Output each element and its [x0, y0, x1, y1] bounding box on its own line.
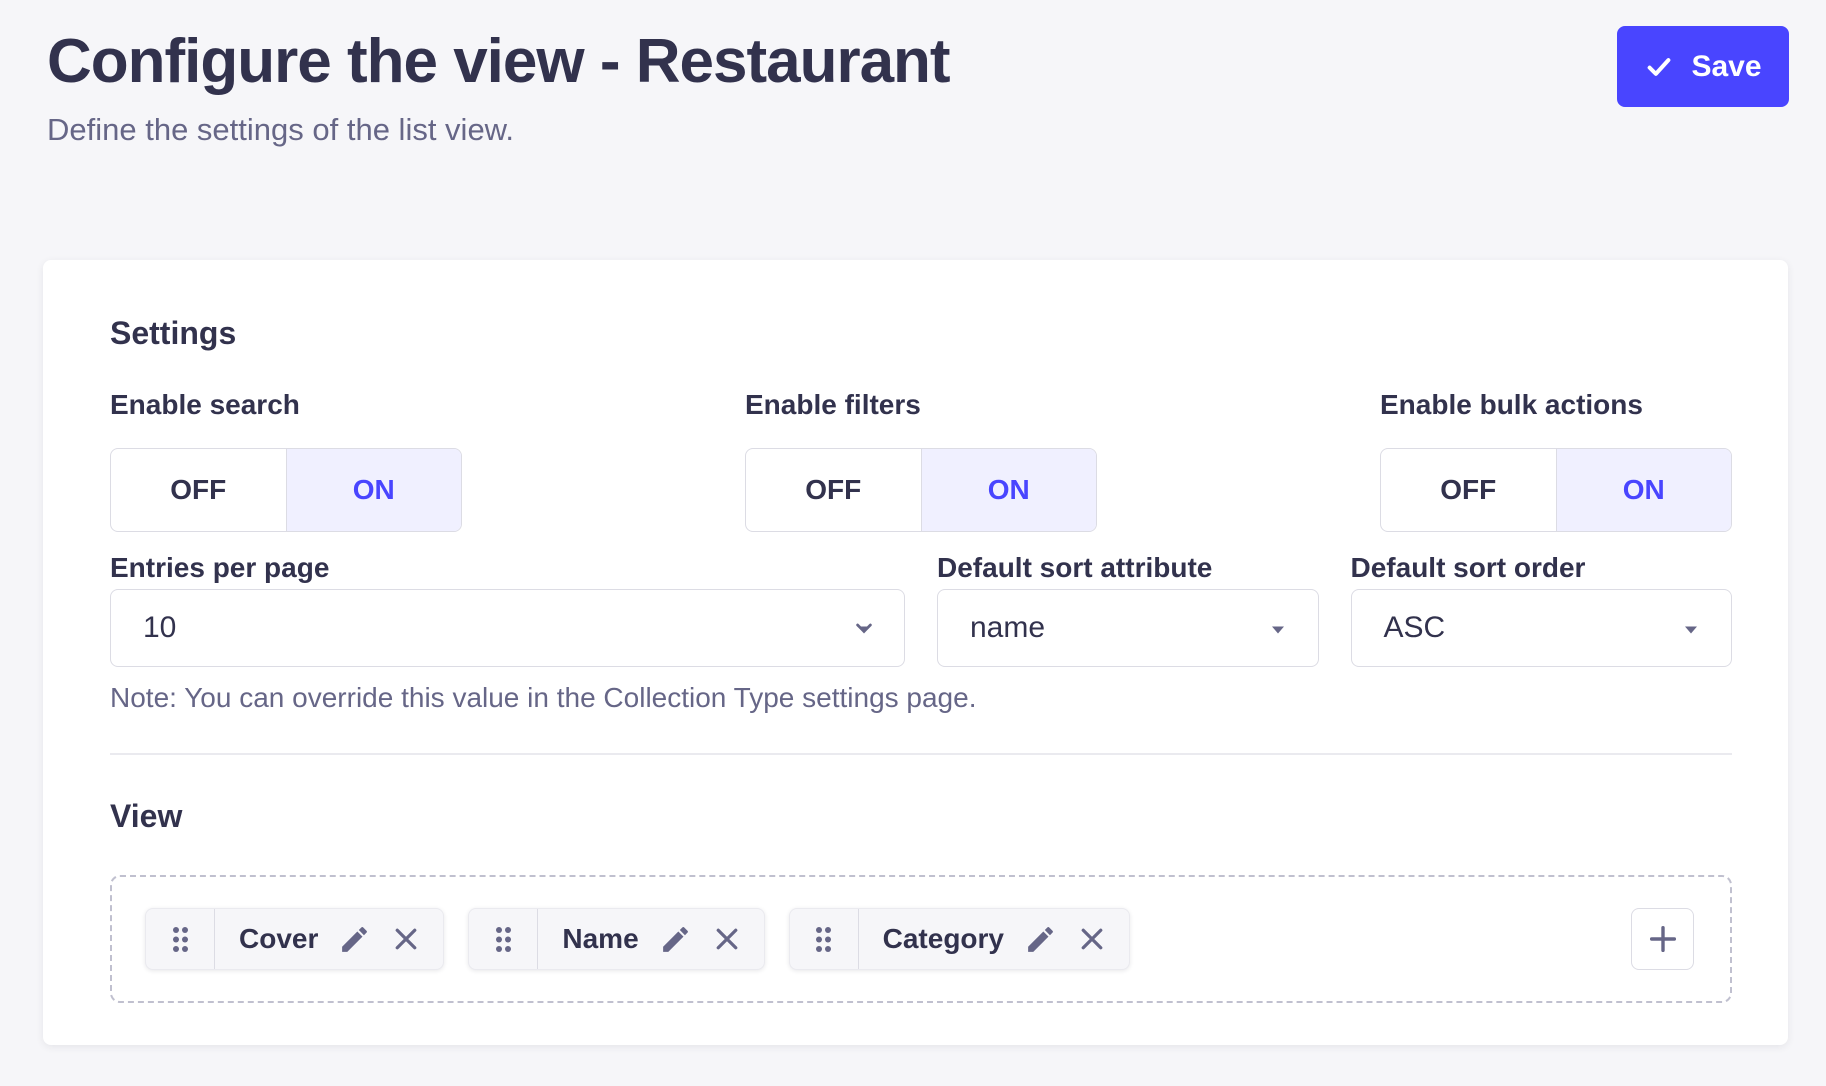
- add-field-button[interactable]: [1631, 908, 1694, 970]
- override-note: Note: You can override this value in the…: [110, 683, 1732, 713]
- check-icon: [1644, 52, 1674, 82]
- toggle-field-enable-filters: Enable filters OFF ON: [745, 390, 1097, 532]
- toggle-enable-bulk-actions: OFF ON: [1380, 448, 1732, 532]
- field-entries-per-page: Entries per page 10: [110, 553, 905, 667]
- select-fields-row: Entries per page 10 Default sort attribu…: [110, 553, 1732, 667]
- settings-heading: Settings: [110, 316, 1732, 350]
- close-x-icon[interactable]: [702, 924, 764, 954]
- select-value: ASC: [1384, 611, 1446, 645]
- toggle-field-enable-search: Enable search OFF ON: [110, 390, 462, 532]
- entries-per-page-select[interactable]: 10: [110, 589, 905, 667]
- chip-label: Category: [883, 923, 1004, 955]
- toggle-on-button[interactable]: ON: [922, 449, 1097, 531]
- save-button-label: Save: [1691, 50, 1761, 84]
- chip-label: Name: [562, 923, 638, 955]
- field-default-sort-attribute: Default sort attribute name: [937, 553, 1319, 667]
- edit-pencil-icon[interactable]: [328, 923, 381, 956]
- chevron-down-icon: [1268, 622, 1288, 634]
- page-title: Configure the view - Restaurant: [47, 26, 950, 98]
- plus-icon: [1646, 922, 1680, 956]
- view-fields-dropzone: Cover Name: [110, 875, 1732, 1003]
- toggle-off-button[interactable]: OFF: [111, 449, 287, 531]
- field-label: Default sort order: [1351, 553, 1733, 583]
- section-divider: [110, 753, 1732, 755]
- page-header-text: Configure the view - Restaurant Define t…: [47, 26, 950, 150]
- page-header: Configure the view - Restaurant Define t…: [0, 0, 1826, 150]
- toggle-field-enable-bulk-actions: Enable bulk actions OFF ON: [1380, 390, 1732, 532]
- default-sort-attribute-select[interactable]: name: [937, 589, 1319, 667]
- drag-handle-icon[interactable]: [146, 909, 215, 969]
- chip-label: Cover: [239, 923, 318, 955]
- chevron-down-icon: [854, 622, 874, 634]
- toggles-row: Enable search OFF ON Enable filters OFF …: [110, 390, 1732, 532]
- field-chip-cover: Cover: [145, 908, 444, 970]
- toggle-off-button[interactable]: OFF: [1381, 449, 1557, 531]
- toggle-enable-search: OFF ON: [110, 448, 462, 532]
- field-label: Enable bulk actions: [1380, 390, 1732, 420]
- view-heading: View: [110, 799, 1732, 833]
- close-x-icon[interactable]: [381, 924, 443, 954]
- default-sort-order-select[interactable]: ASC: [1351, 589, 1733, 667]
- toggle-on-button[interactable]: ON: [287, 449, 462, 531]
- drag-handle-icon[interactable]: [790, 909, 859, 969]
- chevron-down-icon: [1681, 622, 1701, 634]
- field-chip-name: Name: [468, 908, 764, 970]
- edit-pencil-icon[interactable]: [649, 923, 702, 956]
- field-chip-category: Category: [789, 908, 1130, 970]
- select-value: name: [970, 611, 1045, 645]
- field-label: Default sort attribute: [937, 553, 1319, 583]
- field-label: Enable search: [110, 390, 462, 420]
- save-button[interactable]: Save: [1617, 26, 1789, 107]
- drag-handle-icon[interactable]: [469, 909, 538, 969]
- toggle-off-button[interactable]: OFF: [746, 449, 922, 531]
- close-x-icon[interactable]: [1067, 924, 1129, 954]
- select-value: 10: [143, 611, 176, 645]
- page-subtitle: Define the settings of the list view.: [47, 110, 950, 150]
- field-label: Entries per page: [110, 553, 905, 583]
- toggle-on-button[interactable]: ON: [1557, 449, 1732, 531]
- settings-card: Settings Enable search OFF ON Enable fil…: [43, 260, 1788, 1045]
- field-default-sort-order: Default sort order ASC: [1351, 553, 1733, 667]
- toggle-enable-filters: OFF ON: [745, 448, 1097, 532]
- field-label: Enable filters: [745, 390, 1097, 420]
- edit-pencil-icon[interactable]: [1014, 923, 1067, 956]
